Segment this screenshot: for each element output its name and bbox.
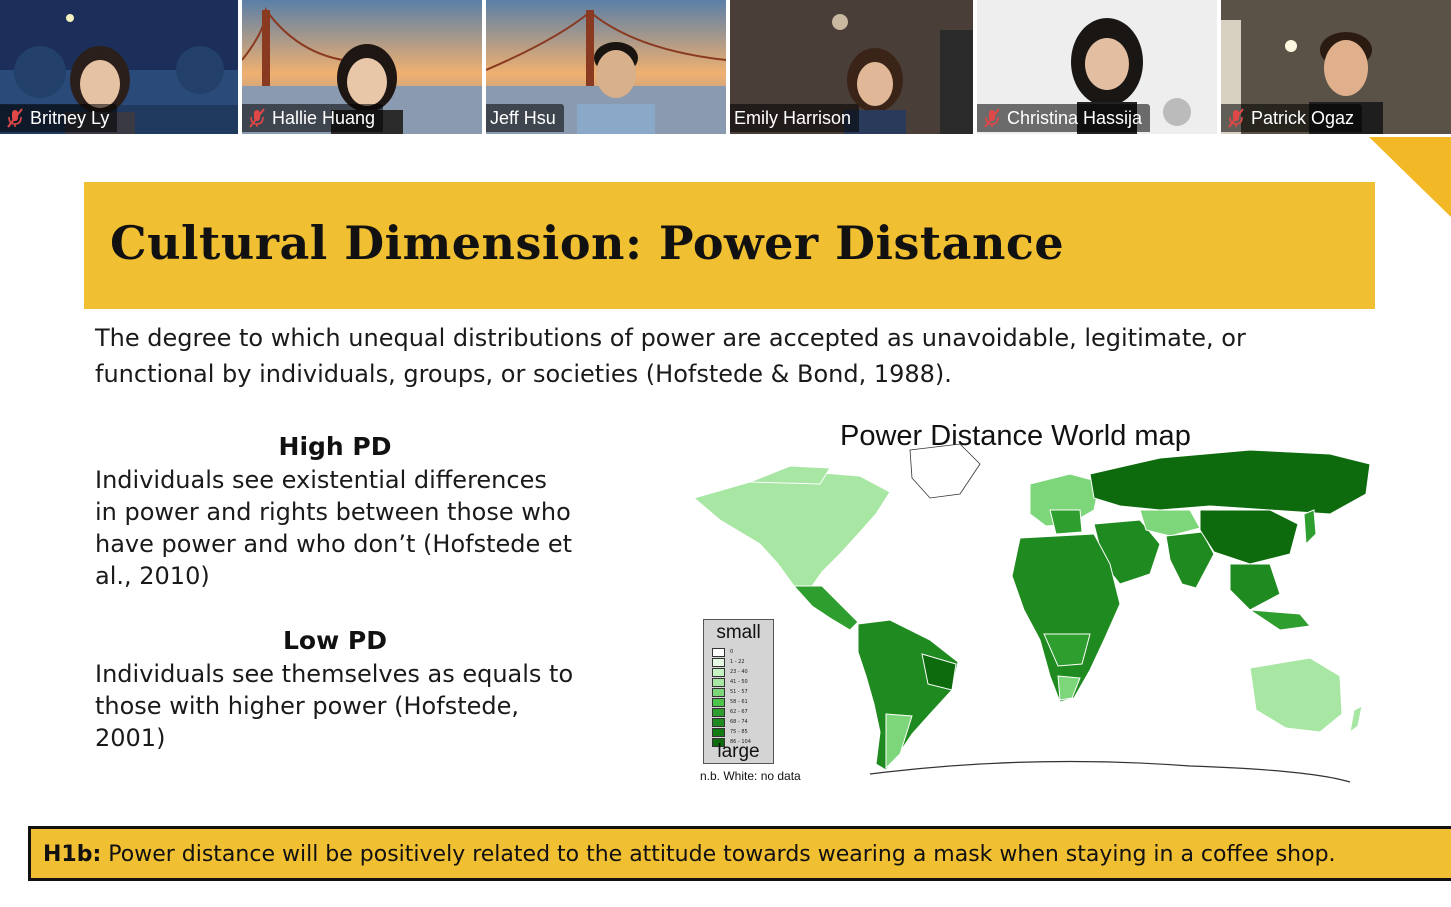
definition-text: The degree to which unequal distribution… (95, 324, 1246, 388)
hypothesis-box: H1b: Power distance will be positively r… (28, 826, 1451, 881)
high-pd-body: Individuals see existential differences … (95, 466, 573, 590)
slide-corner-accent (1369, 137, 1451, 217)
world-map (692, 443, 1371, 783)
legend-swatch (712, 658, 725, 667)
name-label: Patrick Ogaz (1221, 104, 1363, 132)
participant-name: Emily Harrison (734, 107, 852, 128)
legend-bottom-label: large (717, 741, 760, 762)
legend-swatch (712, 648, 725, 657)
mic-muted-icon (249, 108, 265, 128)
participant-tile-active[interactable]: Emily Harrison (730, 0, 973, 134)
participant-strip: Britney Ly Hallie Huang Jeff Hsu Emily H… (0, 0, 1451, 134)
participant-name: Hallie Huang (272, 107, 376, 128)
low-pd-heading: Low PD (283, 626, 387, 655)
legend-swatch (712, 678, 725, 687)
legend-swatch (712, 708, 725, 717)
participant-name: Britney Ly (30, 107, 110, 128)
mic-muted-icon (1228, 108, 1244, 128)
legend-range: 51 - 57 (730, 689, 748, 695)
participant-tile[interactable]: Hallie Huang (242, 0, 482, 134)
legend-swatch (712, 688, 725, 697)
name-label: Britney Ly (0, 104, 118, 132)
slide-title: Cultural Dimension: Power Distance (110, 216, 1065, 270)
participant-tile[interactable]: Patrick Ogaz (1221, 0, 1451, 134)
slide-title-band: Cultural Dimension: Power Distance (84, 182, 1375, 309)
name-label: Christina Hassija (977, 104, 1151, 132)
mic-muted-icon (984, 108, 1000, 128)
name-label: Jeff Hsu (486, 104, 564, 132)
participant-tile[interactable]: Britney Ly (0, 0, 238, 134)
legend-swatch (712, 718, 725, 727)
legend-swatch (712, 668, 725, 677)
participant-tile[interactable]: Christina Hassija (977, 0, 1217, 134)
legend-top-label: small (716, 622, 761, 643)
legend-range: 58 - 61 (730, 699, 748, 705)
shared-slide: Cultural Dimension: Power Distance The d… (0, 134, 1451, 907)
name-label: Hallie Huang (242, 104, 384, 132)
legend-swatch (712, 698, 725, 707)
legend-swatch (712, 728, 725, 737)
participant-tile[interactable]: Jeff Hsu (486, 0, 726, 134)
name-label: Emily Harrison (730, 104, 860, 132)
legend-range: 75 - 85 (730, 729, 748, 735)
high-pd-heading: High PD (278, 432, 392, 461)
legend-range: 23 - 40 (730, 669, 748, 675)
legend-range: 68 - 74 (730, 719, 748, 725)
participant-name: Jeff Hsu (490, 107, 556, 128)
low-pd-body: Individuals see themselves as equals to … (95, 660, 574, 752)
legend-range: 62 - 67 (730, 709, 748, 715)
participant-name: Patrick Ogaz (1251, 107, 1355, 128)
participant-video (577, 42, 655, 134)
legend-range: 41 - 50 (730, 679, 748, 685)
mic-muted-icon (7, 108, 23, 128)
hypothesis-text: H1b: Power distance will be positively r… (43, 842, 1336, 867)
legend-range: 1 - 22 (730, 659, 745, 665)
legend-range: 0 (730, 649, 734, 655)
participant-name: Christina Hassija (1007, 107, 1143, 128)
hypothesis-body: Power distance will be positively relate… (101, 842, 1336, 867)
map-legend: small 0 1 - 22 23 - 40 41 - 50 51 - 57 5… (703, 619, 774, 764)
hypothesis-label: H1b: (43, 842, 102, 867)
map-note: n.b. White: no data (700, 769, 801, 783)
